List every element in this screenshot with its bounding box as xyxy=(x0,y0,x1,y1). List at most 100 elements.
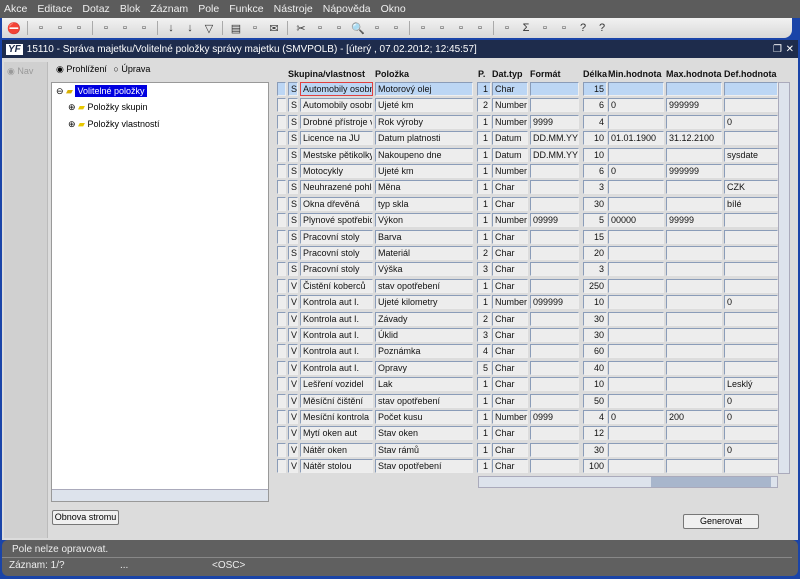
row-selector[interactable] xyxy=(277,180,286,195)
max-value-cell[interactable]: 200 xyxy=(666,410,722,424)
insert-icon[interactable]: ▫ xyxy=(33,20,49,36)
type-cell[interactable]: SI xyxy=(288,262,298,277)
group-cell[interactable]: Licence na JU xyxy=(300,131,373,146)
max-value-cell[interactable] xyxy=(666,360,722,375)
format-cell[interactable] xyxy=(530,344,579,359)
row-selector[interactable] xyxy=(277,295,286,310)
default-value-cell[interactable] xyxy=(724,344,778,359)
length-cell[interactable]: 15 xyxy=(583,229,607,244)
default-value-cell[interactable]: 0 xyxy=(724,114,778,129)
order-cell[interactable]: 2 xyxy=(477,246,491,260)
max-value-cell[interactable] xyxy=(666,114,722,129)
datatype-cell[interactable]: Number xyxy=(492,410,528,424)
item-cell[interactable]: Lak xyxy=(375,377,473,392)
max-value-cell[interactable] xyxy=(666,147,722,162)
cut-icon[interactable]: ✂ xyxy=(293,20,309,36)
row-selector[interactable] xyxy=(277,131,286,146)
item-cell[interactable]: Ujeté km xyxy=(375,98,473,113)
order-cell[interactable]: 1 xyxy=(477,278,491,293)
datatype-cell[interactable]: Char xyxy=(492,360,528,375)
columns-icon[interactable]: ▫ xyxy=(388,20,404,36)
length-cell[interactable]: 6 xyxy=(583,98,607,113)
group-cell[interactable]: Lešření vozidel xyxy=(300,377,373,392)
report-icon[interactable]: ▫ xyxy=(434,20,450,36)
format-cell[interactable]: 099999 xyxy=(530,295,579,310)
format-cell[interactable] xyxy=(530,393,579,408)
menu-3[interactable]: Blok xyxy=(120,3,140,15)
max-value-cell[interactable] xyxy=(666,82,722,96)
max-value-cell[interactable] xyxy=(666,246,722,260)
close-icon[interactable]: ✕ xyxy=(786,44,794,55)
datatype-cell[interactable]: Char xyxy=(492,459,528,474)
type-cell[interactable]: V xyxy=(288,459,298,474)
type-cell[interactable]: V xyxy=(288,278,298,293)
clear-icon[interactable]: ▫ xyxy=(71,20,87,36)
length-cell[interactable]: 10 xyxy=(583,377,607,392)
max-value-cell[interactable] xyxy=(666,459,722,474)
group-cell[interactable]: Plynové spotřebice xyxy=(300,213,373,228)
print-setup-icon[interactable]: ▫ xyxy=(247,20,263,36)
format-cell[interactable] xyxy=(530,278,579,293)
type-cell[interactable]: V xyxy=(288,328,298,342)
radio-edit[interactable]: ○ Úprava xyxy=(113,64,150,74)
sort-desc-icon[interactable]: ↓ xyxy=(182,20,198,36)
min-value-cell[interactable] xyxy=(608,114,664,129)
format-cell[interactable] xyxy=(530,82,579,96)
row-selector[interactable] xyxy=(277,98,286,113)
min-value-cell[interactable] xyxy=(608,278,664,293)
indent-icon[interactable]: ▫ xyxy=(369,20,385,36)
min-value-cell[interactable] xyxy=(608,147,664,162)
default-value-cell[interactable] xyxy=(724,98,778,113)
datatype-cell[interactable]: Char xyxy=(492,196,528,211)
type-cell[interactable]: SI xyxy=(288,164,298,178)
min-value-cell[interactable] xyxy=(608,360,664,375)
refresh-tree-button[interactable]: Obnova stromu xyxy=(52,510,119,525)
format-cell[interactable]: 09999 xyxy=(530,213,579,228)
datatype-cell[interactable]: Char xyxy=(492,426,528,441)
format-cell[interactable] xyxy=(530,262,579,277)
min-value-cell[interactable]: 0 xyxy=(608,164,664,178)
type-cell[interactable]: V xyxy=(288,377,298,392)
item-cell[interactable]: typ skla xyxy=(375,196,473,211)
max-value-cell[interactable]: 999999 xyxy=(666,98,722,113)
max-value-cell[interactable] xyxy=(666,328,722,342)
min-value-cell[interactable] xyxy=(608,377,664,392)
type-cell[interactable]: SI xyxy=(288,196,298,211)
type-cell[interactable]: V xyxy=(288,426,298,441)
order-cell[interactable]: 1 xyxy=(477,147,491,162)
paste-icon[interactable]: ▫ xyxy=(331,20,347,36)
order-cell[interactable]: 1 xyxy=(477,229,491,244)
type-cell[interactable]: V xyxy=(288,393,298,408)
help-icon[interactable]: ? xyxy=(575,20,591,36)
item-cell[interactable]: Stav oken xyxy=(375,426,473,441)
length-cell[interactable]: 30 xyxy=(583,196,607,211)
format-cell[interactable] xyxy=(530,360,579,375)
default-value-cell[interactable]: 0 xyxy=(724,442,778,457)
min-value-cell[interactable]: 01.01.1900 xyxy=(608,131,664,146)
item-cell[interactable]: Rok výroby xyxy=(375,114,473,129)
datatype-cell[interactable]: Char xyxy=(492,262,528,277)
order-cell[interactable]: 1 xyxy=(477,459,491,474)
format-cell[interactable] xyxy=(530,229,579,244)
datatype-cell[interactable]: Datum xyxy=(492,147,528,162)
menu-7[interactable]: Nástroje xyxy=(274,3,313,15)
min-value-cell[interactable]: 0 xyxy=(608,410,664,424)
row-selector[interactable] xyxy=(277,82,286,96)
item-cell[interactable]: Ujeté kilometry xyxy=(375,295,473,310)
row-selector[interactable] xyxy=(277,344,286,359)
order-cell[interactable]: 1 xyxy=(477,196,491,211)
max-value-cell[interactable]: 99999 xyxy=(666,213,722,228)
format-cell[interactable] xyxy=(530,98,579,113)
item-cell[interactable]: stav opotřebení xyxy=(375,278,473,293)
item-cell[interactable]: Ujeté km xyxy=(375,164,473,178)
format-cell[interactable] xyxy=(530,328,579,342)
print-icon[interactable]: ▤ xyxy=(228,20,244,36)
group-cell[interactable]: Mesíční kontrola xyxy=(300,410,373,424)
order-cell[interactable]: 1 xyxy=(477,426,491,441)
horizontal-scrollbar[interactable] xyxy=(478,476,778,488)
radio-browse[interactable]: ◉ Prohlížení xyxy=(56,64,107,74)
type-cell[interactable]: V xyxy=(288,311,298,326)
datatype-cell[interactable]: Char xyxy=(492,311,528,326)
max-value-cell[interactable]: 31.12.2100 xyxy=(666,131,722,146)
group-cell[interactable]: Pracovní stoly xyxy=(300,246,373,260)
